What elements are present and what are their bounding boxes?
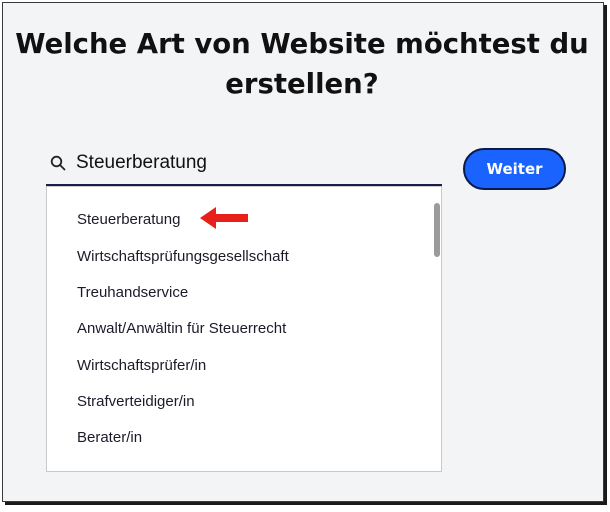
dropdown-scrollbar[interactable] [434,203,440,257]
dropdown-option-strafverteidiger[interactable]: Strafverteidiger/in [77,393,195,410]
search-icon [50,155,66,171]
dropdown-option-steuerberatung[interactable]: Steuerberatung [77,211,180,228]
search-input[interactable] [76,148,426,178]
dropdown-option-wirtschaftspruefungsgesellschaft[interactable]: Wirtschaftsprüfungsgesellschaft [77,248,289,265]
page-title-line-2: erstellen? [225,68,379,100]
dropdown-option-treuhandservice[interactable]: Treuhandservice [77,284,188,301]
weiter-button[interactable]: Weiter [463,148,566,190]
search-field[interactable] [46,146,442,186]
arrow-left-icon [200,207,248,229]
dropdown-option-wirtschaftspruefer[interactable]: Wirtschaftsprüfer/in [77,357,206,374]
dropdown-option-berater[interactable]: Berater/in [77,429,142,446]
page-title-line-1: Welche Art von Website möchtest du [15,28,589,60]
weiter-button-label: Weiter [486,160,543,178]
page-title: Welche Art von Website möchtest du erste… [0,24,604,104]
dropdown-option-anwalt-steuerrecht[interactable]: Anwalt/Anwältin für Steuerrecht [77,320,286,337]
